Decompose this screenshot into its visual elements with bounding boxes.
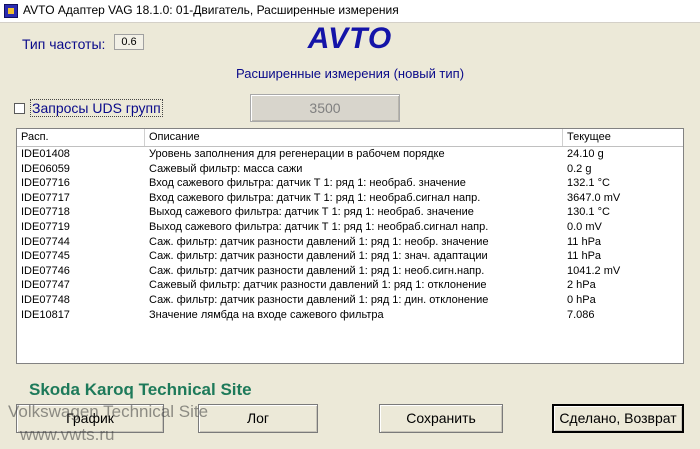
cell-id: IDE07717 (21, 191, 70, 204)
cell-current-value: 11 hPa (567, 250, 602, 263)
table-row[interactable]: IDE07716 Вход сажевого фильтра: датчик Т … (17, 176, 683, 191)
uds-groups-checkbox[interactable] (14, 102, 25, 114)
cell-description: Саж. фильтр: датчик разности давлений 1:… (149, 293, 489, 306)
table-header: Расп. Описание Текущее (17, 129, 683, 147)
cell-description: Саж. фильтр: датчик разности давлений 1:… (149, 235, 489, 248)
title-bar[interactable]: AVTO Адаптер VAG 18.1.0: 01-Двигатель, Р… (0, 0, 700, 23)
measurements-table[interactable]: Расп. Описание Текущее IDE01408 Уровень з… (16, 128, 684, 364)
cell-id: IDE07748 (21, 293, 70, 306)
watermark-line-1: Skoda Karoq Technical Site (29, 380, 252, 399)
watermark-line-2: Volkswagen Technical Site (8, 402, 209, 421)
uds-groups-label[interactable]: Запросы UDS групп (30, 99, 163, 117)
cell-current-value: 3647.0 mV (567, 191, 621, 204)
cell-id: IDE07719 (21, 220, 70, 233)
save-button[interactable]: Сохранить (379, 404, 503, 433)
done-return-button[interactable]: Сделано, Возврат (552, 404, 684, 433)
group-value-button[interactable]: 3500 (250, 94, 400, 122)
table-row[interactable]: IDE07717 Вход сажевого фильтра: датчик Т … (17, 191, 683, 206)
cell-current-value: 7.086 (567, 308, 595, 321)
table-body: IDE01408 Уровень заполнения для регенерац… (17, 147, 683, 322)
cell-description: Значение лямбда на входе сажевого фильтр… (149, 308, 384, 321)
cell-current-value: 24.10 g (567, 148, 604, 160)
cell-id: IDE07745 (21, 250, 70, 263)
table-row[interactable]: IDE06059 Сажевый фильтр: масса сажи 0.2 g (17, 162, 683, 177)
cell-id: IDE07747 (21, 279, 70, 292)
table-row[interactable]: IDE07744 Саж. фильтр: датчик разности дав… (17, 235, 683, 250)
cell-current-value: 132.1 °C (567, 177, 610, 190)
cell-description: Саж. фильтр: датчик разности давлений 1:… (149, 264, 485, 277)
cell-current-value: 0.2 g (567, 162, 592, 175)
cell-id: IDE10817 (21, 308, 70, 321)
cell-id: IDE01408 (21, 148, 70, 160)
cell-current-value: 0.0 mV (567, 220, 602, 233)
table-row[interactable]: IDE10817 Значение лямбда на входе сажевог… (17, 308, 683, 323)
watermark-line-3: www.vwts.ru (20, 425, 115, 444)
cell-description: Выход сажевого фильтра: датчик Т 1: ряд … (149, 206, 474, 219)
uds-groups-toggle[interactable]: Запросы UDS групп (14, 99, 163, 117)
window-title: AVTO Адаптер VAG 18.1.0: 01-Двигатель, Р… (23, 3, 399, 17)
cell-id: IDE07744 (21, 235, 70, 248)
cell-description: Выход сажевого фильтра: датчик Т 1: ряд … (149, 220, 489, 233)
cell-id: IDE06059 (21, 162, 70, 175)
cell-current-value: 2 hPa (567, 279, 596, 292)
table-row[interactable]: IDE07746 Саж. фильтр: датчик разности дав… (17, 264, 683, 279)
table-row[interactable]: IDE07747 Сажевый фильтр: датчик разности … (17, 278, 683, 293)
table-row[interactable]: IDE07718 Выход сажевого фильтра: датчик Т… (17, 205, 683, 220)
cell-description: Вход сажевого фильтра: датчик Т 1: ряд 1… (149, 177, 466, 190)
cell-current-value: 0 hPa (567, 293, 596, 306)
table-row[interactable]: IDE07745 Саж. фильтр: датчик разности дав… (17, 249, 683, 264)
cell-current-value: 11 hPa (567, 235, 602, 248)
cell-description: Уровень заполнения для регенерации в раб… (149, 148, 445, 160)
page-subtitle: Расширенные измерения (новый тип) (235, 66, 465, 81)
log-button[interactable]: Лог (198, 404, 318, 433)
column-header-description[interactable]: Описание (145, 129, 563, 146)
cell-id: IDE07716 (21, 177, 70, 190)
cell-description: Саж. фильтр: датчик разности давлений 1:… (149, 250, 488, 263)
cell-current-value: 130.1 °C (567, 206, 610, 219)
cell-description: Сажевый фильтр: масса сажи (149, 162, 303, 175)
table-row[interactable]: IDE07748 Саж. фильтр: датчик разности дав… (17, 293, 683, 308)
cell-id: IDE07718 (21, 206, 70, 219)
app-icon (4, 4, 18, 18)
cell-id: IDE07746 (21, 264, 70, 277)
table-row[interactable]: IDE07719 Выход сажевого фильтра: датчик Т… (17, 220, 683, 235)
app-logo: AVTO (307, 22, 393, 55)
column-header-current[interactable]: Текущее (563, 129, 683, 146)
cell-description: Вход сажевого фильтра: датчик Т 1: ряд 1… (149, 191, 481, 204)
cell-current-value: 1041.2 mV (567, 264, 621, 277)
table-row[interactable]: IDE01408 Уровень заполнения для регенерац… (17, 147, 683, 162)
cell-description: Сажевый фильтр: датчик разности давлений… (149, 279, 487, 292)
column-header-id[interactable]: Расп. (17, 129, 145, 146)
